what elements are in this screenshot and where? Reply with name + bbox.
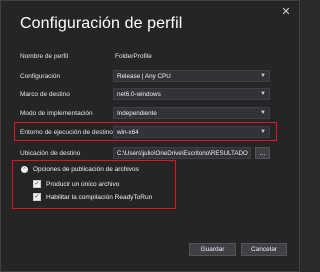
deployment-mode-select[interactable]: Independiente ▼ xyxy=(113,107,270,119)
browse-button[interactable]: ... xyxy=(255,147,270,159)
ready-to-run-label: Habilitar la compilación ReadyToRun xyxy=(46,193,153,201)
chevron-down-icon: ▼ xyxy=(260,110,266,116)
publish-options-title: Opciones de publicación de archivos xyxy=(33,166,139,173)
deployment-mode-label: Modo de implementación xyxy=(20,109,93,117)
target-runtime-select[interactable]: win-x64 ▼ xyxy=(113,126,270,138)
target-runtime-label: Entorno de ejecución de destino xyxy=(20,128,113,136)
profile-name-row: Nombre de perfil FolderProfile xyxy=(20,49,272,63)
target-framework-select[interactable]: net6.0-windows ▼ xyxy=(113,88,270,100)
configuration-select[interactable]: Release | Any CPU ▼ xyxy=(113,70,270,82)
target-location-label: Ubicación de destino xyxy=(20,149,81,157)
single-file-checkbox[interactable]: ✓ xyxy=(33,180,41,188)
ready-to-run-checkbox[interactable]: ✓ xyxy=(33,193,41,201)
profile-name-label: Nombre de perfil xyxy=(20,52,69,60)
close-button[interactable]: ✕ xyxy=(279,4,293,18)
target-runtime-value: win-x64 xyxy=(117,128,139,136)
single-file-option[interactable]: ✓ Producir un único archivo xyxy=(33,180,119,188)
target-location-value: C:\Users\julio\OneDrive\Escritorio\RESUL… xyxy=(117,149,248,157)
target-location-input[interactable]: C:\Users\julio\OneDrive\Escritorio\RESUL… xyxy=(113,147,251,159)
close-icon: ✕ xyxy=(281,5,291,18)
profile-name-value: FolderProfile xyxy=(115,52,152,60)
chevron-down-icon: ▼ xyxy=(260,129,266,135)
single-file-label: Producir un único archivo xyxy=(46,180,120,188)
cancel-button[interactable]: Cancelar xyxy=(241,243,287,256)
dialog-title: Configuración de perfil xyxy=(20,15,183,32)
ready-to-run-option[interactable]: ✓ Habilitar la compilación ReadyToRun xyxy=(33,193,152,201)
deployment-mode-value: Independiente xyxy=(117,109,157,117)
publish-options-header[interactable]: ⌃ Opciones de publicación de archivos xyxy=(21,166,139,173)
target-framework-value: net6.0-windows xyxy=(117,90,161,98)
chevron-down-icon: ▼ xyxy=(260,91,266,97)
profile-settings-dialog: ✕ Configuración de perfil Nombre de perf… xyxy=(0,0,300,272)
configuration-value: Release | Any CPU xyxy=(117,72,171,80)
chevron-down-icon: ▼ xyxy=(260,73,266,79)
target-framework-label: Marco de destino xyxy=(20,90,70,98)
save-button[interactable]: Guardar xyxy=(189,243,236,256)
browse-label: ... xyxy=(259,149,266,157)
collapse-chevron-icon[interactable]: ⌃ xyxy=(21,166,28,173)
configuration-label: Configuración xyxy=(20,72,61,80)
